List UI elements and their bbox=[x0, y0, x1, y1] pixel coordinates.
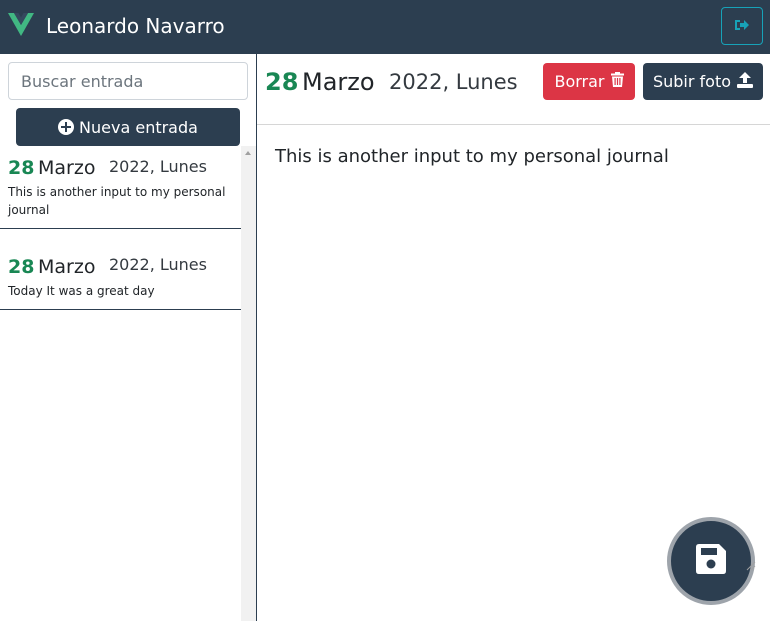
entry-header-month: Marzo bbox=[302, 68, 375, 96]
entry-list[interactable]: 28 Marzo 2022, Lunes This is another inp… bbox=[0, 146, 241, 621]
entry-snippet: This is another input to my personal jou… bbox=[8, 185, 226, 217]
entry-month: Marzo bbox=[38, 157, 96, 179]
entry-snippet: Today It was a great day bbox=[8, 284, 155, 298]
logout-button[interactable] bbox=[721, 7, 763, 45]
entry-day: 28 bbox=[8, 256, 35, 278]
sidebar-scrollbar[interactable] bbox=[241, 146, 256, 621]
new-entry-button[interactable]: Nueva entrada bbox=[16, 108, 240, 146]
navbar: Leonardo Navarro bbox=[0, 0, 770, 54]
search-input[interactable] bbox=[8, 62, 248, 100]
resize-grip-icon[interactable] bbox=[744, 556, 756, 571]
vue-logo-icon bbox=[8, 13, 34, 37]
user-name: Leonardo Navarro bbox=[46, 14, 225, 38]
sidebar-divider bbox=[256, 54, 257, 621]
delete-label: Borrar bbox=[554, 72, 605, 91]
entry-day: 28 bbox=[8, 157, 35, 179]
upload-icon bbox=[731, 71, 754, 92]
sign-out-icon bbox=[734, 17, 750, 36]
entry-year-weekday: 2022, Lunes bbox=[109, 157, 207, 176]
upload-photo-button[interactable]: Subir foto bbox=[643, 63, 763, 100]
save-button[interactable] bbox=[667, 517, 755, 605]
trash-icon bbox=[605, 72, 624, 91]
save-icon bbox=[696, 544, 726, 578]
entry-month: Marzo bbox=[38, 256, 96, 278]
plus-circle-icon bbox=[58, 119, 75, 135]
entry-year-weekday: 2022, Lunes bbox=[109, 255, 207, 274]
entry-header-day: 28 bbox=[265, 68, 299, 96]
entry-list-item[interactable]: 28 Marzo 2022, Lunes This is another inp… bbox=[0, 146, 241, 229]
new-entry-label: Nueva entrada bbox=[79, 117, 198, 137]
entry-content-textarea[interactable]: This is another input to my personal jou… bbox=[265, 136, 760, 506]
upload-photo-label: Subir foto bbox=[652, 72, 732, 91]
scroll-up-arrow-icon[interactable] bbox=[245, 151, 251, 155]
entry-header-year-weekday: 2022, Lunes bbox=[389, 70, 518, 94]
entry-list-item[interactable]: 28 Marzo 2022, Lunes Today It was a grea… bbox=[0, 229, 241, 310]
entry-header: 28 Marzo 2022, Lunes Borrar Subir foto bbox=[257, 54, 770, 125]
delete-button[interactable]: Borrar bbox=[543, 63, 635, 100]
